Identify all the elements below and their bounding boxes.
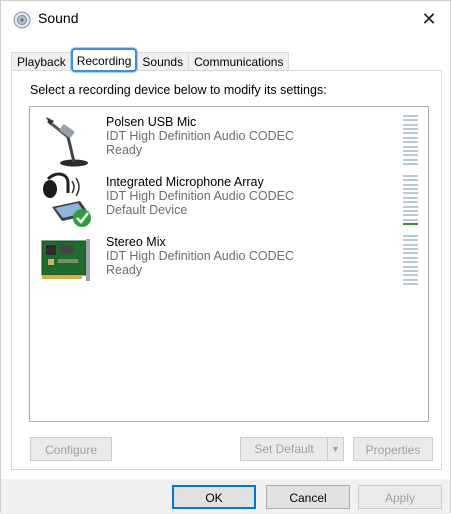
level-meter (403, 235, 418, 285)
level-segment (403, 175, 418, 177)
set-default-label: Set Default (254, 442, 314, 456)
chevron-down-icon[interactable]: ▼ (327, 438, 343, 460)
set-default-button[interactable]: Set Default ▼ (240, 437, 344, 461)
level-segment (403, 115, 418, 117)
list-item[interactable]: Stereo Mix IDT High Definition Audio COD… (30, 231, 428, 289)
level-segment (403, 252, 418, 255)
level-segment (403, 218, 418, 221)
level-segment (403, 214, 418, 217)
level-segment (403, 239, 418, 242)
tab-playback[interactable]: Playback (11, 52, 72, 72)
device-name: Polsen USB Mic (106, 115, 197, 129)
device-description: IDT High Definition Audio CODEC (106, 249, 295, 263)
device-status: Ready (106, 143, 143, 157)
configure-button[interactable]: Configure (30, 437, 112, 461)
level-segment (403, 196, 418, 199)
level-segment (403, 158, 418, 161)
level-meter (403, 115, 418, 165)
title-bar[interactable]: Sound ✕ (1, 1, 450, 37)
level-segment (403, 278, 418, 281)
dialog-footer: OK Cancel Apply (1, 479, 450, 514)
close-button[interactable]: ✕ (408, 1, 450, 37)
level-meter (403, 175, 418, 225)
laptop-headset-icon (38, 171, 96, 229)
sound-card-icon (38, 231, 96, 289)
level-segment (403, 209, 418, 212)
device-description: IDT High Definition Audio CODEC (106, 129, 295, 143)
ok-button[interactable]: OK (172, 485, 256, 509)
dialog-body: Playback Recording Sounds Communications… (1, 37, 450, 479)
level-segment (403, 235, 418, 237)
level-segment (403, 119, 418, 122)
level-segment (403, 256, 418, 259)
cancel-button[interactable]: Cancel (266, 485, 350, 509)
level-segment (403, 261, 418, 264)
level-segment (403, 222, 418, 225)
level-segment (403, 282, 418, 285)
device-name: Integrated Microphone Array (106, 175, 264, 189)
level-segment (403, 154, 418, 157)
device-info: Integrated Microphone Array IDT High Def… (106, 175, 294, 217)
apply-button[interactable]: Apply (358, 485, 442, 509)
level-segment (403, 145, 418, 148)
device-name: Stereo Mix (106, 235, 166, 249)
level-segment (403, 188, 418, 191)
tab-sounds[interactable]: Sounds (136, 52, 190, 72)
device-status: Default Device (106, 203, 188, 217)
speaker-icon (13, 11, 31, 29)
level-segment (403, 136, 418, 139)
level-segment (403, 243, 418, 246)
device-list[interactable]: Polsen USB Mic IDT High Definition Audio… (29, 106, 429, 422)
level-segment (403, 123, 418, 126)
level-segment (403, 179, 418, 182)
level-segment (403, 149, 418, 152)
level-segment (403, 269, 418, 272)
tab-communications[interactable]: Communications (188, 52, 290, 72)
level-segment (403, 201, 418, 204)
microphone-stand-icon (38, 111, 96, 169)
level-segment (403, 248, 418, 251)
level-segment (403, 183, 418, 186)
tab-recording[interactable]: Recording (70, 48, 138, 72)
list-item[interactable]: Polsen USB Mic IDT High Definition Audio… (30, 111, 428, 169)
instruction-text: Select a recording device below to modif… (30, 83, 327, 97)
close-icon: ✕ (421, 8, 437, 29)
level-segment (403, 132, 418, 135)
sound-dialog: Sound ✕ Playback Recording Sounds Commun… (0, 0, 451, 514)
level-segment (403, 265, 418, 268)
level-segment (403, 141, 418, 144)
level-segment (403, 128, 418, 131)
device-status: Ready (106, 263, 143, 277)
device-description: IDT High Definition Audio CODEC (106, 189, 295, 203)
level-segment (403, 162, 418, 165)
level-segment (403, 192, 418, 195)
window-title: Sound (38, 10, 79, 26)
recording-panel: Select a recording device below to modif… (11, 70, 442, 470)
list-item[interactable]: Integrated Microphone Array IDT High Def… (30, 171, 428, 229)
tab-strip: Playback Recording Sounds Communications (11, 48, 290, 72)
level-segment (403, 205, 418, 208)
device-info: Polsen USB Mic IDT High Definition Audio… (106, 115, 294, 157)
device-info: Stereo Mix IDT High Definition Audio COD… (106, 235, 294, 277)
properties-button[interactable]: Properties (353, 437, 433, 461)
level-segment (403, 274, 418, 277)
